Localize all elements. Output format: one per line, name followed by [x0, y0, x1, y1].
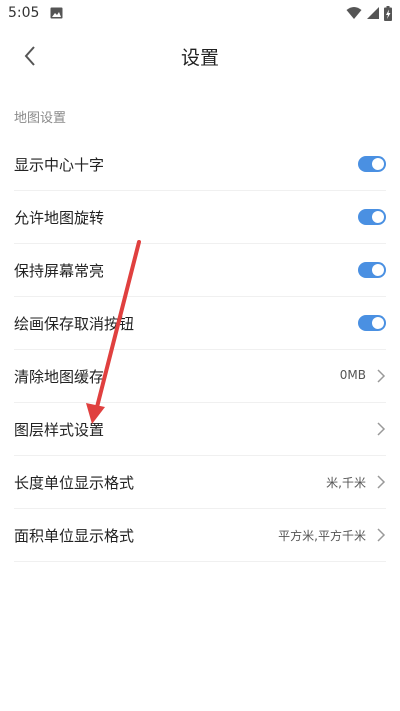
image-notification-icon — [50, 7, 63, 19]
toggle-knob — [372, 317, 384, 329]
toggle-knob — [372, 158, 384, 170]
setting-label: 允许地图旋转 — [14, 209, 105, 227]
draw-save-cancel-buttons-toggle[interactable] — [358, 315, 386, 331]
setting-row-area-unit[interactable]: 面积单位显示格式 平方米,平方千米 — [14, 509, 386, 562]
setting-label: 面积单位显示格式 — [14, 527, 135, 545]
chevron-right-icon — [377, 422, 386, 436]
length-unit-value: 米,千米 — [326, 476, 366, 490]
section-label-map-settings: 地图设置 — [14, 111, 67, 126]
show-center-cross-toggle[interactable] — [358, 156, 386, 172]
setting-label: 保持屏幕常亮 — [14, 262, 105, 280]
setting-label: 显示中心十字 — [14, 156, 105, 174]
cache-size-value: 0MB — [339, 368, 366, 382]
setting-row-length-unit[interactable]: 长度单位显示格式 米,千米 — [14, 456, 386, 509]
keep-screen-on-toggle[interactable] — [358, 262, 386, 278]
setting-label: 清除地图缓存 — [14, 368, 105, 386]
setting-row-draw-save-cancel-buttons[interactable]: 绘画保存取消按钮 — [14, 297, 386, 350]
setting-label: 长度单位显示格式 — [14, 474, 135, 492]
wifi-icon — [346, 7, 362, 19]
status-bar: 5:05 — [0, 0, 400, 28]
setting-row-layer-style[interactable]: 图层样式设置 — [14, 403, 386, 456]
status-right — [346, 5, 392, 21]
allow-map-rotation-toggle[interactable] — [358, 209, 386, 225]
status-time: 5:05 — [8, 5, 40, 21]
setting-row-show-center-cross[interactable]: 显示中心十字 — [14, 138, 386, 191]
area-unit-value: 平方米,平方千米 — [278, 529, 366, 543]
app-header: 设置 — [0, 28, 400, 84]
chevron-right-icon — [377, 475, 386, 489]
setting-label: 绘画保存取消按钮 — [14, 315, 135, 333]
setting-row-keep-screen-on[interactable]: 保持屏幕常亮 — [14, 244, 386, 297]
toggle-knob — [372, 264, 384, 276]
setting-row-clear-map-cache[interactable]: 清除地图缓存 0MB — [14, 350, 386, 403]
toggle-knob — [372, 211, 384, 223]
chevron-right-icon — [377, 528, 386, 542]
settings-list: 显示中心十字 允许地图旋转 保持屏幕常亮 绘画保存取消按钮 清除地图缓存 0MB… — [14, 138, 386, 562]
chevron-right-icon — [377, 369, 386, 383]
setting-label: 图层样式设置 — [14, 421, 105, 439]
setting-row-allow-map-rotation[interactable]: 允许地图旋转 — [14, 191, 386, 244]
battery-icon — [384, 5, 392, 21]
page-title: 设置 — [180, 47, 219, 69]
signal-icon — [367, 7, 379, 19]
